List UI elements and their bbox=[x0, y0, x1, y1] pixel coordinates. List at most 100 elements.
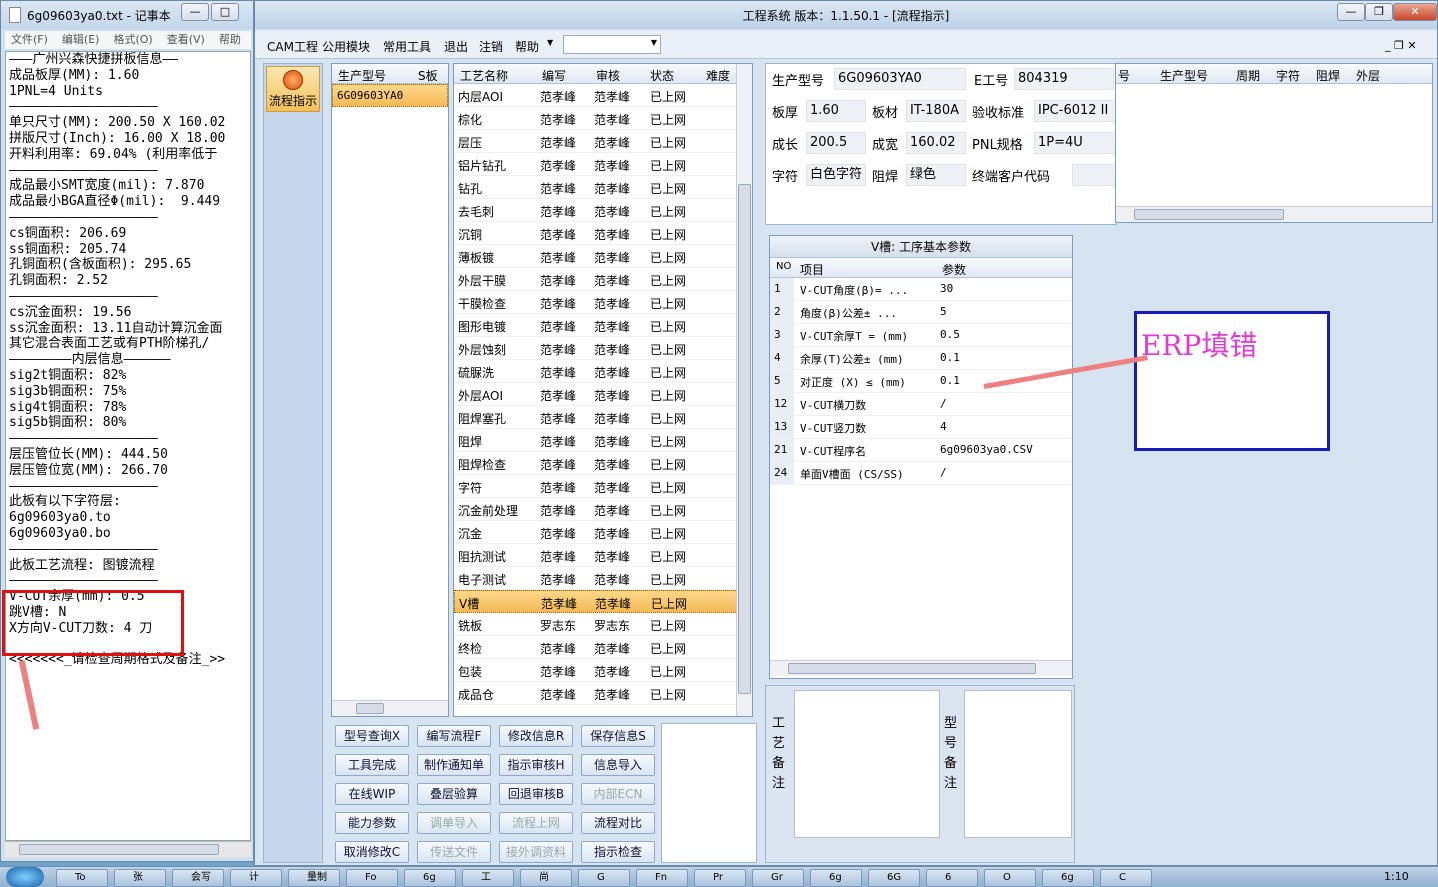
model-row-selected[interactable]: 6G09603YA0 bbox=[332, 84, 448, 107]
process-row[interactable]: 外层蚀刻 范孝峰 范孝峰 已上网 bbox=[454, 337, 752, 360]
column-header-soldermask[interactable]: 阻焊 bbox=[1316, 67, 1340, 84]
column-header-param[interactable]: 参数 bbox=[942, 261, 966, 278]
action-button[interactable]: 取消修改C bbox=[335, 841, 409, 863]
process-row[interactable]: 阻焊塞孔 范孝峰 范孝峰 已上网 bbox=[454, 406, 752, 429]
process-row[interactable]: 铝片钻孔 范孝峰 范孝峰 已上网 bbox=[454, 153, 752, 176]
taskbar-item[interactable]: Fn bbox=[636, 869, 688, 887]
process-row[interactable]: 成品仓 范孝峰 范孝峰 已上网 bbox=[454, 682, 752, 705]
vcut-hscroll[interactable] bbox=[770, 660, 1072, 676]
field-material[interactable]: IT-180A bbox=[906, 100, 966, 122]
process-row[interactable]: 阻抗测试 范孝峰 范孝峰 已上网 bbox=[454, 544, 752, 567]
model-note-textarea[interactable] bbox=[964, 690, 1072, 838]
vcut-row[interactable]: 1 V-CUT角度(β)= ... 30 bbox=[770, 278, 1072, 301]
column-header-model[interactable]: 生产型号 bbox=[338, 67, 386, 84]
taskbar-item[interactable]: 6 bbox=[926, 869, 978, 887]
app-titlebar[interactable]: 工程系统 版本：1.1.50.1 - [流程指示] — ❐ ✕ bbox=[255, 1, 1437, 29]
process-row[interactable]: 内层AOI 范孝峰 范孝峰 已上网 bbox=[454, 84, 752, 107]
menu-help[interactable]: 帮助 bbox=[515, 38, 539, 55]
action-button[interactable]: 指示审核H bbox=[499, 754, 573, 776]
column-header-difficulty[interactable]: 难度 bbox=[706, 67, 730, 84]
process-grid-vscroll[interactable] bbox=[736, 64, 752, 716]
action-button[interactable]: 内部ECN bbox=[581, 783, 655, 805]
action-button[interactable]: 型号查询X bbox=[335, 725, 409, 747]
menu-logout[interactable]: 注销 bbox=[479, 38, 503, 55]
menu-format[interactable]: 格式(O) bbox=[113, 31, 152, 49]
notepad-text-area[interactable]: ———广州兴森快捷拼板信息—— 成品板厚(MM): 1.60 1PNL=4 Unit… bbox=[5, 51, 251, 841]
process-row[interactable]: 图形电镀 范孝峰 范孝峰 已上网 bbox=[454, 314, 752, 337]
taskbar-item[interactable]: To bbox=[56, 869, 108, 887]
field-character[interactable]: 白色字符 bbox=[806, 164, 866, 186]
process-row[interactable]: 铣板 罗志东 罗志东 已上网 bbox=[454, 613, 752, 636]
menu-exit[interactable]: 退出 bbox=[444, 38, 468, 55]
action-button[interactable]: 指示检查 bbox=[581, 841, 655, 863]
taskbar-item[interactable]: 6g bbox=[404, 869, 456, 887]
process-row[interactable]: 包装 范孝峰 范孝峰 已上网 bbox=[454, 659, 752, 682]
minimize-button[interactable]: — bbox=[1337, 3, 1365, 21]
action-button[interactable]: 流程上网 bbox=[499, 812, 573, 834]
vcut-row[interactable]: 24 单面V槽面 (CS/SS) / bbox=[770, 462, 1072, 485]
process-row[interactable]: 字符 范孝峰 范孝峰 已上网 bbox=[454, 475, 752, 498]
action-button[interactable]: 传送文件 bbox=[417, 841, 491, 863]
vcut-row[interactable]: 21 V-CUT程序名 6g09603ya0.CSV bbox=[770, 439, 1072, 462]
process-row[interactable]: 钻孔 范孝峰 范孝峰 已上网 bbox=[454, 176, 752, 199]
taskbar-item[interactable]: 6G bbox=[868, 869, 920, 887]
column-header-no[interactable]: NO bbox=[776, 261, 791, 272]
action-button[interactable]: 编写流程F bbox=[417, 725, 491, 747]
menu-help[interactable]: 帮助 bbox=[219, 31, 241, 49]
taskbar-item[interactable]: 尚 bbox=[520, 869, 572, 887]
field-pnl[interactable]: 1P=4U bbox=[1034, 132, 1116, 154]
taskbar-item[interactable]: 会写 bbox=[172, 869, 224, 887]
menu-edit[interactable]: 编辑(E) bbox=[62, 31, 100, 49]
column-header-model[interactable]: 生产型号 bbox=[1160, 67, 1208, 84]
action-button[interactable]: 制作通知单 bbox=[417, 754, 491, 776]
toolbar-combobox[interactable]: ▼ bbox=[563, 35, 661, 54]
notepad-titlebar[interactable]: 6g09603ya0.txt - 记事本 — □ bbox=[1, 1, 253, 29]
taskbar-item[interactable]: 工 bbox=[462, 869, 514, 887]
column-header-status[interactable]: 状态 bbox=[650, 67, 674, 84]
horizontal-scrollbar[interactable] bbox=[5, 841, 251, 857]
model-grid-hscroll[interactable] bbox=[332, 700, 448, 716]
action-button[interactable]: 在线WIP bbox=[335, 783, 409, 805]
taskbar-item[interactable]: Gr bbox=[752, 869, 804, 887]
process-row[interactable]: 阻焊 范孝峰 范孝峰 已上网 bbox=[454, 429, 752, 452]
process-row[interactable]: 电子测试 范孝峰 范孝峰 已上网 bbox=[454, 567, 752, 590]
process-note-textarea[interactable] bbox=[794, 690, 940, 838]
column-header-cycle[interactable]: 周期 bbox=[1236, 67, 1260, 84]
field-soldermask[interactable]: 绿色 bbox=[906, 164, 966, 186]
field-thickness[interactable]: 1.60 bbox=[806, 100, 866, 122]
column-header-reviewer[interactable]: 审核 bbox=[596, 67, 620, 84]
restore-button[interactable]: ❐ bbox=[1365, 3, 1393, 21]
process-row[interactable]: 外层AOI 范孝峰 范孝峰 已上网 bbox=[454, 383, 752, 406]
field-standard[interactable]: IPC-6012 II bbox=[1034, 100, 1116, 122]
action-button[interactable]: 回退审核B bbox=[499, 783, 573, 805]
menu-tools[interactable]: 常用工具 bbox=[383, 38, 431, 55]
taskbar-item[interactable]: O bbox=[984, 869, 1036, 887]
action-button[interactable]: 工具完成 bbox=[335, 754, 409, 776]
vcut-row[interactable]: 12 V-CUT横刀数 / bbox=[770, 393, 1072, 416]
process-row[interactable]: 硫脲洗 范孝峰 范孝峰 已上网 bbox=[454, 360, 752, 383]
history-grid-hscroll[interactable] bbox=[1116, 206, 1432, 222]
nav-flow-indicator-button[interactable]: 流程指示 bbox=[266, 66, 320, 112]
start-button[interactable] bbox=[6, 867, 44, 887]
action-button[interactable]: 能力参数 bbox=[335, 812, 409, 834]
process-row[interactable]: 沉金前处理 范孝峰 范孝峰 已上网 bbox=[454, 498, 752, 521]
taskbar-item[interactable]: 6g bbox=[810, 869, 862, 887]
taskbar-item[interactable]: 张 bbox=[114, 869, 166, 887]
field-model[interactable]: 6G09603YA0 bbox=[834, 68, 966, 90]
taskbar-item[interactable]: 6g bbox=[1042, 869, 1094, 887]
maximize-button[interactable]: □ bbox=[211, 3, 239, 21]
process-row[interactable]: 沉铜 范孝峰 范孝峰 已上网 bbox=[454, 222, 752, 245]
field-width[interactable]: 160.02 bbox=[906, 132, 966, 154]
process-row[interactable]: 终检 范孝峰 范孝峰 已上网 bbox=[454, 636, 752, 659]
vcut-row[interactable]: 4 余厚(T)公差± (mm) 0.1 bbox=[770, 347, 1072, 370]
taskbar-item[interactable]: G bbox=[578, 869, 630, 887]
action-button[interactable]: 叠层验算 bbox=[417, 783, 491, 805]
taskbar-item[interactable]: Fo bbox=[346, 869, 398, 887]
vcut-row[interactable]: 2 角度(β)公差± ... 5 bbox=[770, 301, 1072, 324]
column-header-process[interactable]: 工艺名称 bbox=[460, 67, 508, 84]
column-header-outer[interactable]: 外层 bbox=[1356, 67, 1380, 84]
mdi-controls[interactable]: _ ❐ ✕ bbox=[1385, 39, 1417, 52]
action-button[interactable]: 调单导入 bbox=[417, 812, 491, 834]
field-customer-code[interactable] bbox=[1072, 164, 1116, 186]
column-header-s-board[interactable]: S板 bbox=[418, 67, 438, 84]
